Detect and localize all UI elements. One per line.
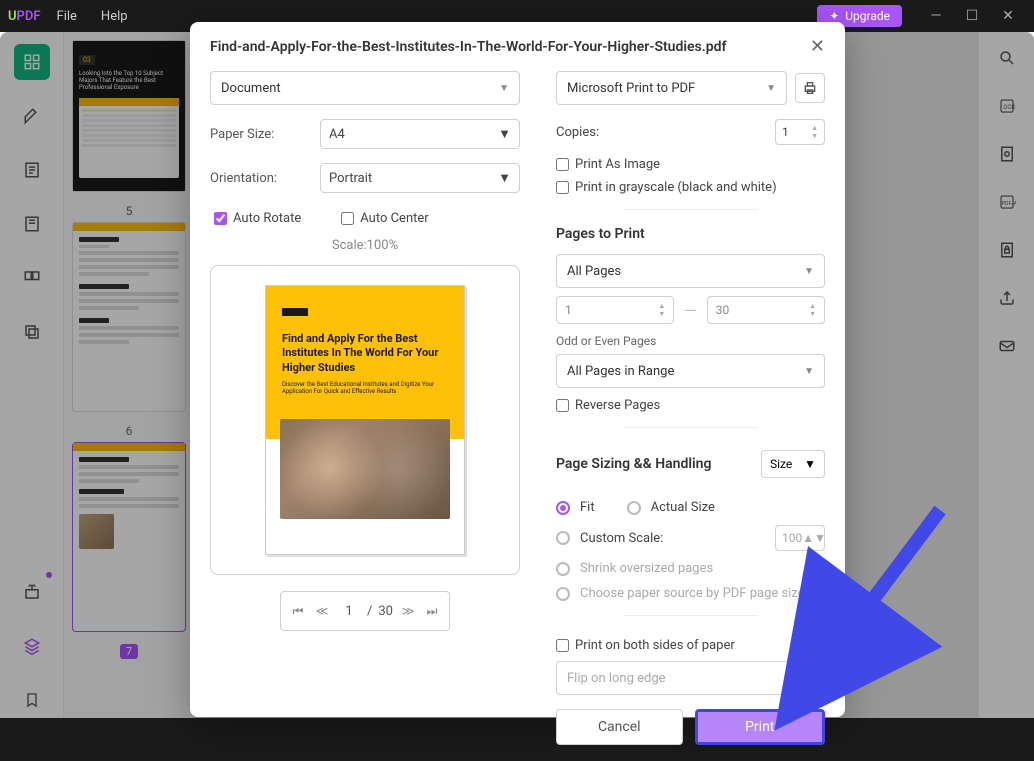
- maximize-icon[interactable]: ☐: [954, 8, 990, 24]
- close-window-icon[interactable]: ✕: [990, 8, 1026, 24]
- sizing-title: Page Sizing && Handling: [556, 456, 711, 472]
- next-page-icon[interactable]: ≫: [399, 596, 417, 626]
- choose-source-radio[interactable]: Choose paper source by PDF page size: [556, 586, 825, 601]
- custom-scale-input[interactable]: 100▲▼: [775, 525, 825, 551]
- chevron-down-icon: ▼: [804, 673, 814, 684]
- paper-size-select[interactable]: A4▼: [320, 119, 520, 149]
- auto-center-checkbox[interactable]: Auto Center: [341, 211, 428, 226]
- range-to-input[interactable]: 30▲▼: [707, 296, 825, 324]
- both-sides-checkbox[interactable]: Print on both sides of paper: [556, 638, 825, 653]
- actual-size-radio[interactable]: Actual Size: [627, 500, 715, 515]
- current-page-input[interactable]: 1: [337, 604, 361, 619]
- chevron-down-icon: ▼: [804, 366, 814, 377]
- minimize-icon[interactable]: —: [918, 8, 954, 24]
- custom-scale-radio[interactable]: Custom Scale:: [556, 531, 663, 546]
- cancel-button[interactable]: Cancel: [556, 709, 683, 745]
- total-pages: 30: [378, 604, 393, 619]
- last-page-icon[interactable]: ⏭: [423, 596, 441, 626]
- odd-even-label: Odd or Even Pages: [556, 334, 825, 348]
- preview-pager: ⏮ ≪ 1 / 30 ≫ ⏭: [210, 591, 520, 631]
- print-mode-select[interactable]: Document▼: [210, 71, 520, 105]
- menu-file[interactable]: File: [57, 9, 77, 24]
- printer-properties-icon[interactable]: [795, 73, 825, 103]
- menu-help[interactable]: Help: [101, 9, 128, 24]
- dialog-title: Find-and-Apply-For-the-Best-Institutes-I…: [210, 39, 810, 55]
- range-dash: —: [684, 301, 697, 320]
- annotation-arrow: [820, 490, 960, 660]
- paper-size-label: Paper Size:: [210, 127, 320, 142]
- copies-label: Copies:: [556, 125, 599, 140]
- preview-title: Find and Apply For the Best Institutes I…: [282, 332, 448, 375]
- print-dialog: Find-and-Apply-For-the-Best-Institutes-I…: [190, 22, 845, 717]
- odd-even-select[interactable]: All Pages in Range▼: [556, 354, 825, 388]
- preview-photo: [280, 419, 450, 519]
- preview-subtitle: Discover the Best Educational Institutes…: [282, 381, 448, 395]
- print-grayscale-checkbox[interactable]: Print in grayscale (black and white): [556, 180, 825, 195]
- print-as-image-checkbox[interactable]: Print As Image: [556, 157, 825, 172]
- orientation-label: Orientation:: [210, 171, 320, 186]
- fit-radio[interactable]: Fit: [556, 500, 595, 515]
- orientation-select[interactable]: Portrait▼: [320, 163, 520, 193]
- copies-input[interactable]: 1▲▼: [775, 119, 825, 145]
- sizing-mode-select[interactable]: Size▼: [761, 450, 825, 478]
- range-from-input[interactable]: 1▲▼: [556, 296, 674, 324]
- app-logo: UPDF: [8, 9, 41, 24]
- print-button[interactable]: Print: [695, 709, 826, 745]
- chevron-down-icon: ▼: [499, 83, 509, 94]
- chevron-down-icon: ▼: [498, 170, 511, 186]
- chevron-down-icon: ▼: [804, 457, 816, 471]
- reverse-pages-checkbox[interactable]: Reverse Pages: [556, 398, 825, 413]
- prev-page-icon[interactable]: ≪: [313, 596, 331, 626]
- print-preview: Find and Apply For the Best Institutes I…: [210, 265, 520, 575]
- auto-rotate-checkbox[interactable]: Auto Rotate: [214, 211, 301, 226]
- scale-label: Scale:100%: [210, 238, 520, 253]
- page-range-select[interactable]: All Pages▼: [556, 254, 825, 288]
- close-icon[interactable]: ✕: [810, 36, 825, 57]
- pages-to-print-title: Pages to Print: [556, 226, 825, 242]
- chevron-down-icon: ▼: [766, 83, 776, 94]
- chevron-down-icon: ▼: [498, 126, 511, 142]
- printer-select[interactable]: Microsoft Print to PDF▼: [556, 71, 787, 105]
- shrink-radio[interactable]: Shrink oversized pages: [556, 561, 825, 576]
- chevron-down-icon: ▼: [804, 266, 814, 277]
- first-page-icon[interactable]: ⏮: [289, 596, 307, 626]
- flip-select: Flip on long edge▼: [556, 661, 825, 695]
